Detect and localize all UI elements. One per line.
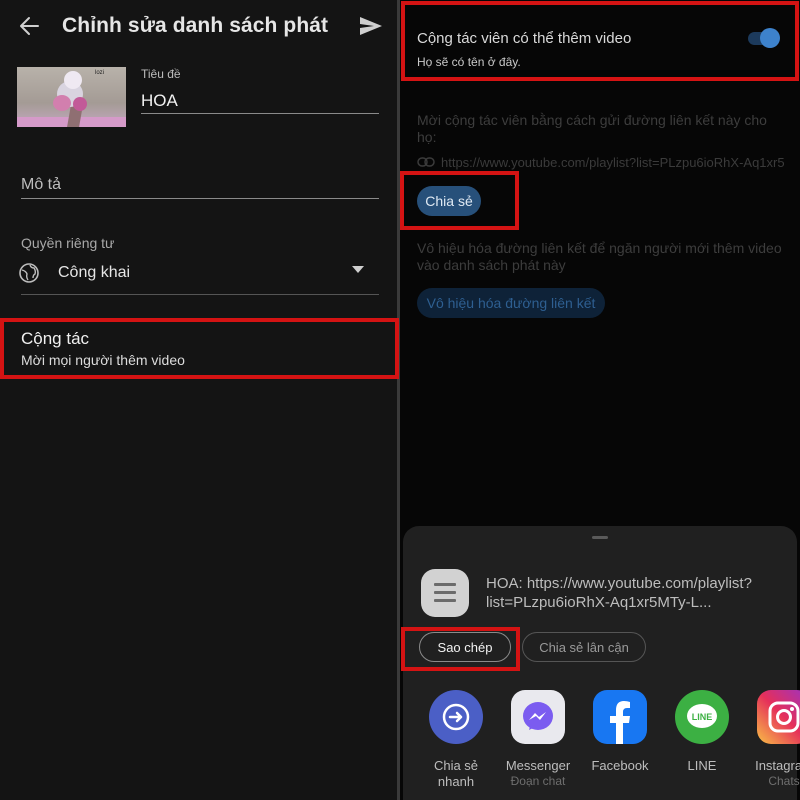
send-icon[interactable]: [357, 12, 385, 40]
app-messenger[interactable]: Messenger Đoạn chat: [498, 690, 578, 800]
playlist-thumbnail[interactable]: lozi: [17, 67, 126, 127]
dropdown-arrow-icon[interactable]: [352, 266, 364, 274]
app-label: Facebook: [591, 758, 649, 773]
arrow-left-icon[interactable]: [16, 12, 44, 40]
disable-link-button[interactable]: Vô hiệu hóa đường liên kết: [417, 288, 605, 318]
share-button[interactable]: Chia sẻ: [417, 186, 481, 216]
invite-description: Mời cộng tác viên bằng cách gửi đường li…: [417, 112, 767, 145]
line-icon: LINE: [675, 690, 729, 744]
app-quick-share[interactable]: Chia sẻ nhanh: [416, 690, 496, 800]
share-preview-text: HOA: https://www.youtube.com/playlist?li…: [486, 575, 752, 611]
description-underline: [21, 198, 379, 199]
link-icon: [417, 157, 435, 167]
thumbnail-watermark: lozi: [95, 70, 105, 76]
privacy-select[interactable]: Công khai: [58, 264, 130, 282]
collaborators-toggle[interactable]: [746, 28, 780, 48]
document-icon: [421, 569, 469, 617]
copy-chip[interactable]: Sao chép: [419, 632, 511, 662]
privacy-label: Quyền riêng tư: [21, 235, 115, 251]
title-field-label: Tiêu đề: [141, 67, 181, 81]
top-app-bar: Chỉnh sửa danh sách phát: [0, 0, 397, 52]
edit-playlist-panel: Chỉnh sửa danh sách phát lozi Tiêu đề HO…: [0, 0, 397, 800]
app-sublabel: Đoạn chat: [510, 774, 566, 788]
privacy-underline: [21, 294, 379, 295]
quick-share-icon: [429, 690, 483, 744]
description-field[interactable]: Mô tả: [21, 176, 61, 194]
title-underline: [141, 113, 379, 114]
app-line[interactable]: LINE LINE: [662, 690, 742, 800]
title-field[interactable]: HOA: [141, 91, 178, 111]
app-label: Instagram: [755, 758, 800, 773]
globe-icon: [19, 263, 39, 283]
collaborators-toggle-subtitle: Họ sẽ có tên ở đây.: [417, 55, 521, 69]
app-label: Chia sẻ nhanh: [433, 758, 479, 789]
sheet-drag-handle[interactable]: [592, 536, 608, 539]
collaborate-subtitle: Mời mọi người thêm video: [21, 352, 185, 368]
nearby-share-chip[interactable]: Chia sẻ lân cận: [522, 632, 646, 662]
facebook-icon: [593, 690, 647, 744]
page-title: Chỉnh sửa danh sách phát: [62, 14, 329, 37]
messenger-icon: [511, 690, 565, 744]
collaborate-title: Cộng tác: [21, 329, 90, 348]
invite-link[interactable]: https://www.youtube.com/playlist?list=PL…: [441, 155, 784, 170]
app-label: LINE: [687, 758, 717, 773]
disable-link-description: Vô hiệu hóa đường liên kết để ngăn người…: [417, 240, 782, 273]
app-facebook[interactable]: Facebook: [580, 690, 660, 800]
app-sublabel: Chats: [768, 774, 800, 788]
app-label: Messenger: [505, 758, 571, 773]
svg-text:LINE: LINE: [692, 712, 713, 722]
instagram-icon: [757, 690, 800, 744]
collaborators-toggle-title: Cộng tác viên có thể thêm video: [417, 30, 632, 47]
app-instagram[interactable]: Instagram Chats: [744, 690, 800, 800]
